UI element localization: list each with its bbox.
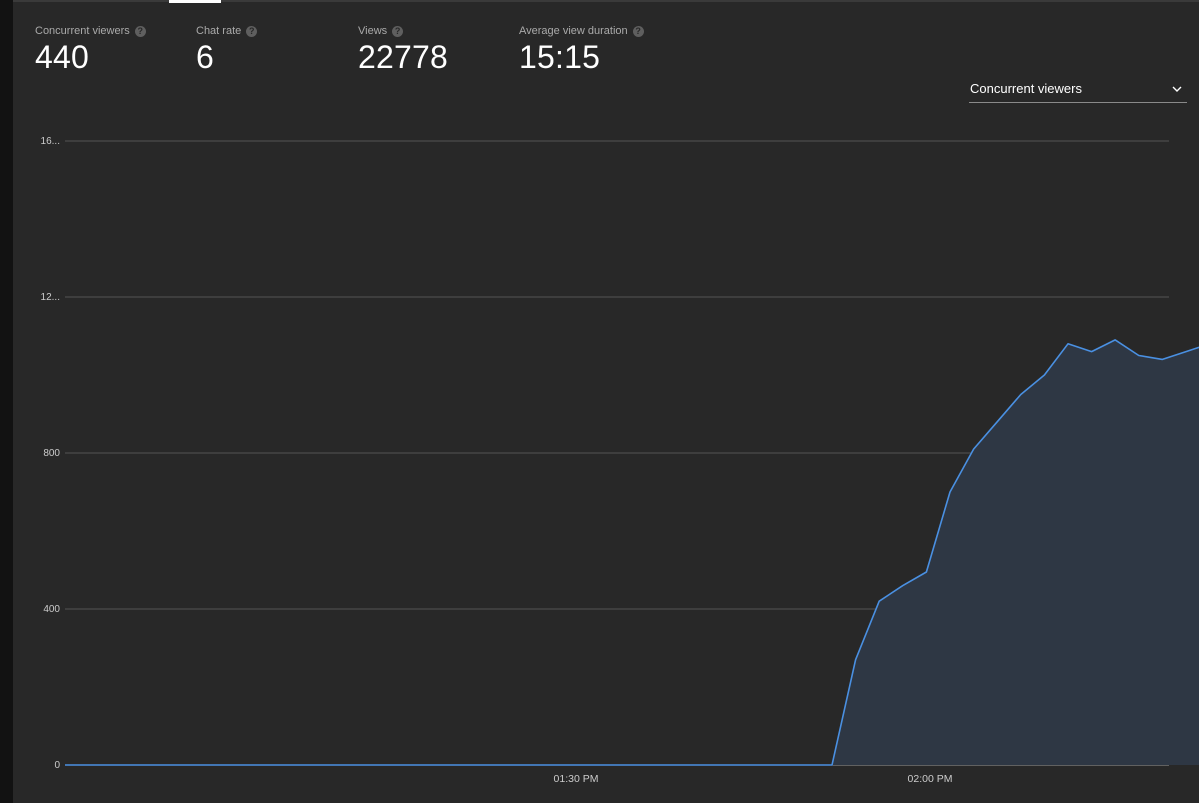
y-tick-label: 800 xyxy=(43,448,60,459)
y-tick-label: 16... xyxy=(41,136,60,147)
x-tick-label: 01:30 PM xyxy=(554,773,599,785)
y-tick-label: 0 xyxy=(54,760,60,771)
x-tick-label: 02:00 PM xyxy=(908,773,953,785)
series-area-fill xyxy=(65,339,1199,765)
y-tick-label: 12... xyxy=(41,292,60,303)
concurrent-viewers-chart: 040080012...16...01:30 PM02:00 PM02:30 P… xyxy=(41,136,1199,785)
y-tick-label: 400 xyxy=(43,604,60,615)
